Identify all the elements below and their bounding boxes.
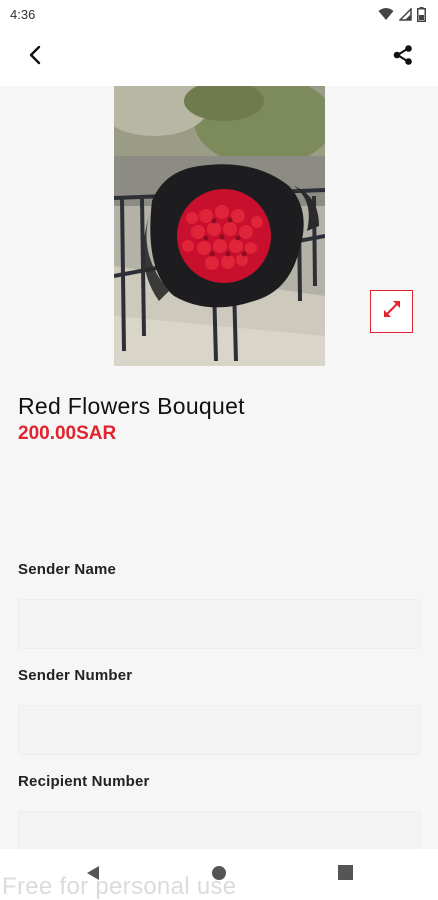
sender-number-label: Sender Number xyxy=(18,667,133,684)
product-price: 200.00SAR xyxy=(18,423,117,444)
status-time: 4:36 xyxy=(10,6,36,22)
sender-name-label: Sender Name xyxy=(18,561,117,578)
chevron-left-icon xyxy=(28,45,42,70)
share-icon xyxy=(392,44,414,71)
expand-arrows-icon xyxy=(381,298,403,325)
flower-bouquet-photo xyxy=(114,86,325,366)
sender-name-input[interactable] xyxy=(18,599,421,649)
back-triangle-icon[interactable] xyxy=(86,865,100,886)
status-bar: 4:36 xyxy=(0,0,438,28)
share-button[interactable] xyxy=(388,42,418,72)
product-title: Red Flowers Bouquet xyxy=(18,393,245,419)
cell-signal-icon xyxy=(399,7,412,21)
recipient-number-label: Recipient Number xyxy=(18,773,150,790)
sender-number-input[interactable] xyxy=(18,705,421,755)
expand-image-button[interactable] xyxy=(370,290,413,333)
system-nav-bar xyxy=(0,849,438,900)
home-circle-icon[interactable] xyxy=(211,865,227,886)
status-icons xyxy=(378,6,426,22)
recents-square-icon[interactable] xyxy=(338,865,353,885)
app-bar xyxy=(0,28,438,86)
back-button[interactable] xyxy=(20,42,50,72)
battery-icon xyxy=(417,6,426,22)
wifi-icon xyxy=(378,7,394,21)
product-image[interactable] xyxy=(114,86,325,366)
